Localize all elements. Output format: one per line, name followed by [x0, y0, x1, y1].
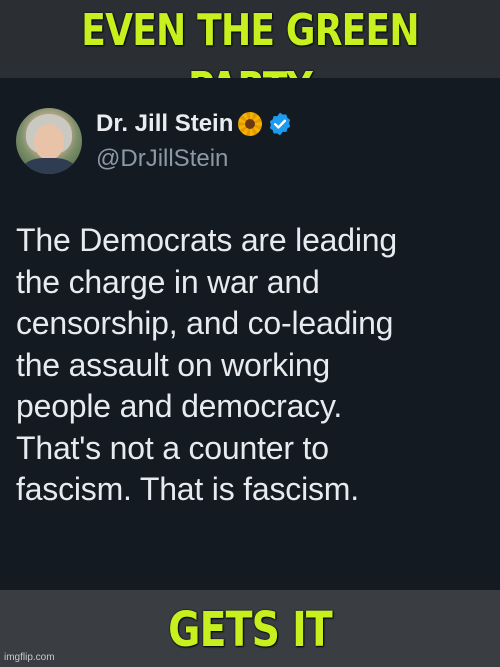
tweet-text-line: That's not a counter to [16, 429, 329, 466]
tweet-text: The Democrats are leading the charge in … [16, 220, 496, 511]
tweet-text-line: people and democracy. [16, 388, 343, 424]
tweet-text-line: The Democrats are leading [16, 222, 397, 258]
watermark: imgflip.com [4, 652, 55, 663]
tweet-text-line: censorship, and co-leading [16, 305, 394, 341]
sunflower-icon [237, 111, 263, 137]
display-name[interactable]: Dr. Jill Stein [96, 110, 233, 138]
bottom-caption: GETS IT [168, 602, 333, 658]
tweet-card: Dr. Jill Stein @DrJillStein The Democrat… [0, 78, 500, 590]
verified-badge-icon [270, 112, 291, 136]
avatar[interactable] [16, 108, 82, 174]
user-handle[interactable]: @DrJillStein [96, 144, 228, 174]
tweet-text-line: fascism. That is fascism. [16, 471, 359, 507]
display-name-row: Dr. Jill Stein [96, 110, 293, 138]
tweet-text-line: the assault on working [16, 346, 331, 383]
tweet-text-line: the charge in war and [16, 263, 320, 300]
